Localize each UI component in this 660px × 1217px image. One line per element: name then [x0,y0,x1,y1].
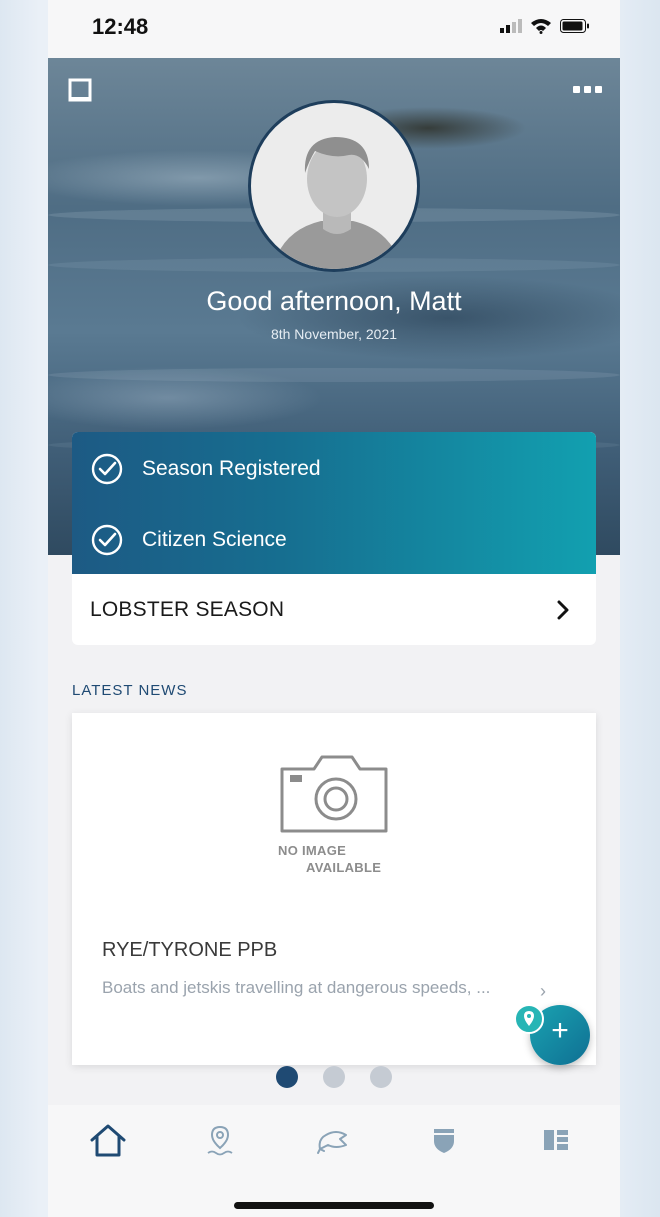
tab-more[interactable] [526,1105,586,1175]
camera-icon [280,755,388,833]
carousel-dot[interactable] [370,1066,392,1088]
status-item-season-registered: Season Registered [90,452,321,486]
latest-news-heading: LATEST NEWS [72,682,188,699]
greeting-text: Good afternoon, Matt [206,286,462,316]
tab-rules[interactable] [414,1105,474,1175]
news-body: Boats and jetskis travelling at dangerou… [102,978,491,997]
chevron-right-icon [557,600,569,619]
season-status-panel: Season Registered Citizen Science [72,432,596,574]
season-title: LOBSTER SEASON [90,597,285,621]
tab-bar [48,1105,620,1217]
wifi-icon [531,19,551,34]
home-icon [90,1124,126,1157]
check-circle-icon [91,453,123,485]
carousel-dot[interactable] [323,1066,345,1088]
status-item-citizen-science: Citizen Science [90,523,287,557]
news-title: RYE/TYRONE PPB [102,939,278,961]
more-options-icon[interactable] [573,86,602,93]
book-icon[interactable] [68,78,92,109]
map-pin-badge-icon [514,1004,544,1034]
home-indicator [234,1202,434,1209]
shield-icon [434,1129,454,1153]
carousel-dot-active[interactable] [276,1066,298,1088]
signal-icon [500,19,522,33]
tab-locations[interactable] [190,1105,250,1175]
tab-home[interactable] [78,1105,138,1175]
carousel-indicator [48,1066,620,1106]
chevron-right-icon: › [540,981,546,1001]
app-screen: 12:48 Good afternoon, Matt 8th November,… [48,0,620,1217]
fish-icon [317,1131,347,1154]
status-icons [500,18,590,34]
user-placeholder-icon [272,137,402,269]
status-label: Season Registered [142,457,321,480]
battery-icon [560,19,589,33]
date-text: 8th November, 2021 [270,326,398,342]
status-time: 12:48 [92,14,149,39]
lobster-season-link[interactable]: LOBSTER SEASON [72,574,596,645]
season-card: Season Registered Citizen Science LOBSTE… [72,432,596,645]
no-image-line1: NO IMAGE [278,843,347,858]
avatar[interactable] [248,100,420,272]
status-bar: 12:48 [48,0,620,58]
tab-catch[interactable] [302,1105,362,1175]
grid-icon [544,1130,568,1150]
map-pin-icon [207,1125,233,1156]
status-label: Citizen Science [142,528,287,551]
no-image-line2: AVAILABLE [306,860,382,875]
check-circle-icon [91,524,123,556]
